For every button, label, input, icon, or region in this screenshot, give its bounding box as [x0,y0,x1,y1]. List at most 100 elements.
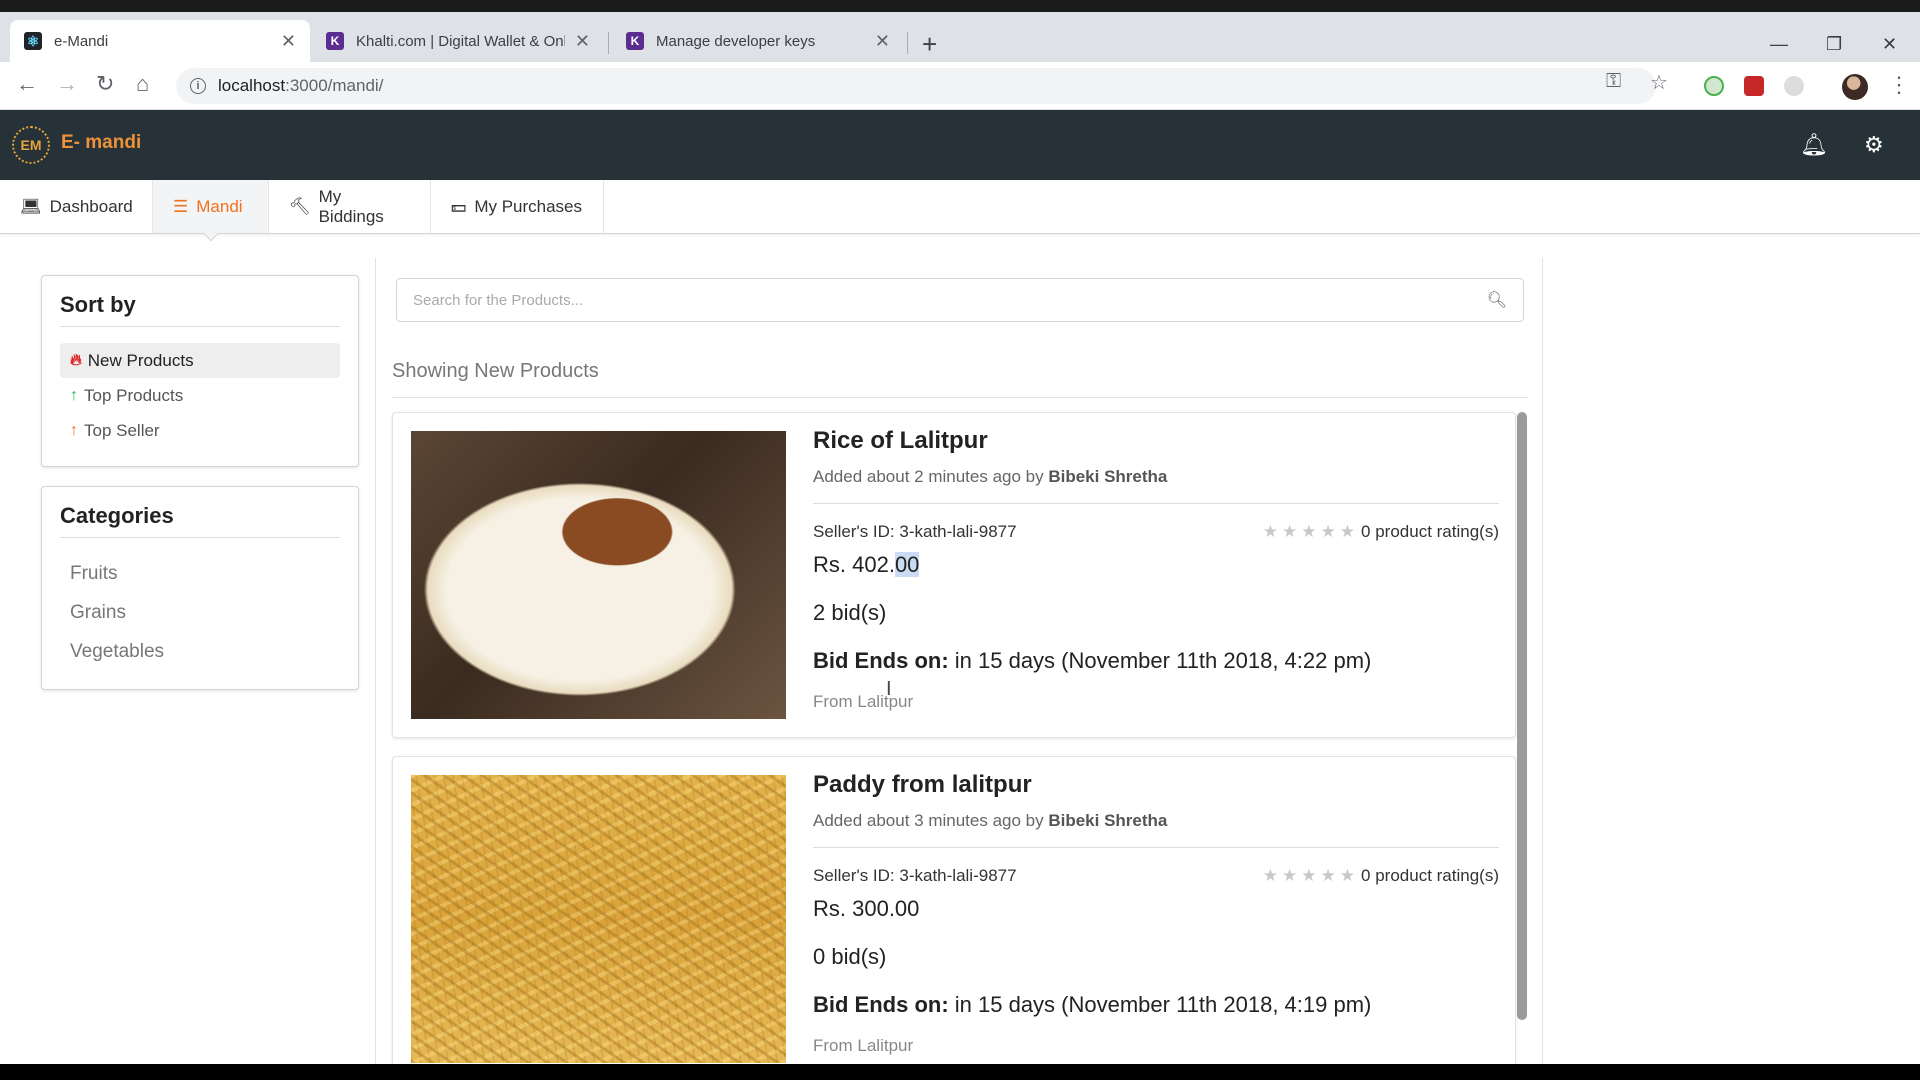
extension-icon[interactable] [1784,76,1804,96]
product-price: Rs. 402.00 [813,552,1499,578]
seller-id: Seller's ID: 3-kath-lali-9877 [813,866,1017,885]
categories-title: Categories [60,503,340,538]
tab-title: Khalti.com | Digital Wallet & Onli [356,32,565,50]
top-strip [0,0,1920,12]
nav-dashboard[interactable]: 💻︎ Dashboard [0,180,153,233]
star-icon[interactable]: ★ [1263,522,1278,542]
bottom-strip [0,1064,1920,1080]
search-icon[interactable]: 🔍︎ [1487,290,1507,310]
tab-title: Manage developer keys [656,32,816,50]
sort-label: Top Seller [84,420,160,440]
showing-label: Showing New Products [392,360,1528,398]
nav-label: Mandi [196,196,243,216]
extension-icon[interactable] [1744,76,1764,96]
product-card[interactable]: Paddy from lalitpur Added about 3 minute… [392,756,1516,1064]
column-divider [1542,258,1543,1064]
star-icon[interactable]: ★ [1282,522,1297,542]
bid-ends-value: in 15 days (November 11th 2018, 4:19 pm) [948,992,1372,1017]
added-text: Added about 2 minutes ago by [813,467,1049,486]
close-icon[interactable]: ✕ [575,31,590,52]
list-icon: ☰ [173,196,189,216]
bid-count: 0 bid(s) [813,944,887,969]
nav-my-biddings[interactable]: 🔨︎ My Biddings [269,180,431,233]
browser-tab-khalti[interactable]: K Khalti.com | Digital Wallet & Onli ✕ [312,20,604,62]
product-card[interactable]: Rice of Lalitpur Added about 2 minutes a… [392,412,1516,738]
profile-avatar[interactable] [1842,74,1868,100]
products-scrollbar[interactable] [1517,412,1527,1020]
seller-name[interactable]: Bibeki Shretha [1048,467,1167,486]
star-icon[interactable]: ★ [1301,522,1316,542]
key-icon[interactable]: ⚿ [1606,70,1621,93]
star-icon[interactable]: ★ [1321,522,1336,542]
nav-mandi[interactable]: ☰ Mandi [153,180,269,233]
rating: ★ ★ ★ ★ ★ 0 product rating(s) [1263,866,1499,886]
home-button[interactable]: ⌂ [136,72,149,96]
fire-icon: 🔥︎ [70,351,82,369]
nav-label: My Purchases [474,196,583,216]
url-host: localhost [218,76,286,95]
money-icon: 💵︎ [451,196,467,216]
star-icon[interactable]: ★ [1263,866,1278,886]
category-fruits[interactable]: Fruits [60,554,340,593]
search-input[interactable] [413,291,1487,309]
settings-gears-icon[interactable]: ⚙ [1864,132,1884,158]
column-divider [375,258,376,1064]
back-button[interactable]: ← [16,72,38,96]
product-title[interactable]: Paddy from lalitpur [813,771,1499,799]
bookmark-star-icon[interactable]: ☆ [1650,70,1668,95]
reload-button[interactable]: ↻ [96,72,114,96]
category-vegetables[interactable]: Vegetables [60,632,340,671]
star-icon[interactable]: ★ [1321,866,1336,886]
star-icon[interactable]: ★ [1340,866,1355,886]
star-icon[interactable]: ★ [1340,522,1355,542]
minimize-button[interactable]: — [1770,34,1788,55]
seller-row: Seller's ID: 3-kath-lali-9877 ★ ★ ★ ★ ★ … [813,522,1499,542]
logo-badge[interactable]: EM [12,126,50,164]
product-title[interactable]: Rice of Lalitpur [813,427,1499,455]
forward-button[interactable]: → [56,72,78,96]
extension-icon[interactable] [1704,76,1724,96]
sort-top-seller[interactable]: ↑ Top Seller [60,413,340,448]
sort-title: Sort by [60,292,340,327]
restore-button[interactable]: ❐ [1826,34,1842,55]
seller-name[interactable]: Bibeki Shretha [1048,811,1167,830]
product-image[interactable] [411,775,786,1063]
seller-row: Seller's ID: 3-kath-lali-9877 ★ ★ ★ ★ ★ … [813,866,1499,886]
new-tab-button[interactable]: + [922,31,937,57]
price-main: Rs. 300.00 [813,896,920,921]
url-path: :3000/mandi/ [285,76,384,95]
address-bar[interactable]: i localhost:3000/mandi/ [176,68,1656,104]
product-location: From Lalitpur [813,692,914,711]
app-header: EM E- mandi 🔔︎ ⚙ [0,110,1920,180]
browser-menu-icon[interactable]: ⋮ [1888,72,1910,98]
browser-tab-bar: ⚛ e-Mandi ✕ K Khalti.com | Digital Walle… [0,12,1920,62]
star-icon[interactable]: ★ [1301,866,1316,886]
rating-text: 0 product rating(s) [1361,522,1499,541]
rating: ★ ★ ★ ★ ★ 0 product rating(s) [1263,522,1499,542]
sort-top-products[interactable]: ↑ Top Products [60,378,340,413]
arrow-up-icon: ↑ [70,421,78,439]
window-close-button[interactable]: ✕ [1882,34,1897,55]
sort-new-products[interactable]: 🔥︎ New Products [60,343,340,378]
bid-ends-label: Bid Ends on: [813,992,949,1017]
browser-tab-developer-keys[interactable]: K Manage developer keys ✕ [612,20,904,62]
close-icon[interactable]: ✕ [281,31,296,52]
rating-text: 0 product rating(s) [1361,866,1499,885]
star-icon[interactable]: ★ [1282,866,1297,886]
nav-my-purchases[interactable]: 💵︎ My Purchases [431,180,604,233]
info-icon[interactable]: i [190,78,206,94]
bid-ends-label: Bid Ends on: [813,648,949,673]
logo-text[interactable]: E- mandi [61,132,141,154]
bell-icon[interactable]: 🔔︎ [1800,132,1828,158]
close-icon[interactable]: ✕ [875,31,890,52]
product-info: Rice of Lalitpur Added about 2 minutes a… [813,423,1499,712]
nav-label: Dashboard [49,196,133,216]
product-added: Added about 2 minutes ago by Bibeki Shre… [813,467,1499,504]
category-grains[interactable]: Grains [60,593,340,632]
bid-ends: Bid Ends on: in 15 days (November 11th 2… [813,648,1499,674]
browser-tab-emandi[interactable]: ⚛ e-Mandi ✕ [10,20,310,62]
seller-id: Seller's ID: 3-kath-lali-9877 [813,522,1017,541]
product-image[interactable] [411,431,786,719]
arrow-up-icon: ↑ [70,386,78,404]
bid-ends-value: in 15 days (November 11th 2018, 4:22 pm) [948,648,1372,673]
